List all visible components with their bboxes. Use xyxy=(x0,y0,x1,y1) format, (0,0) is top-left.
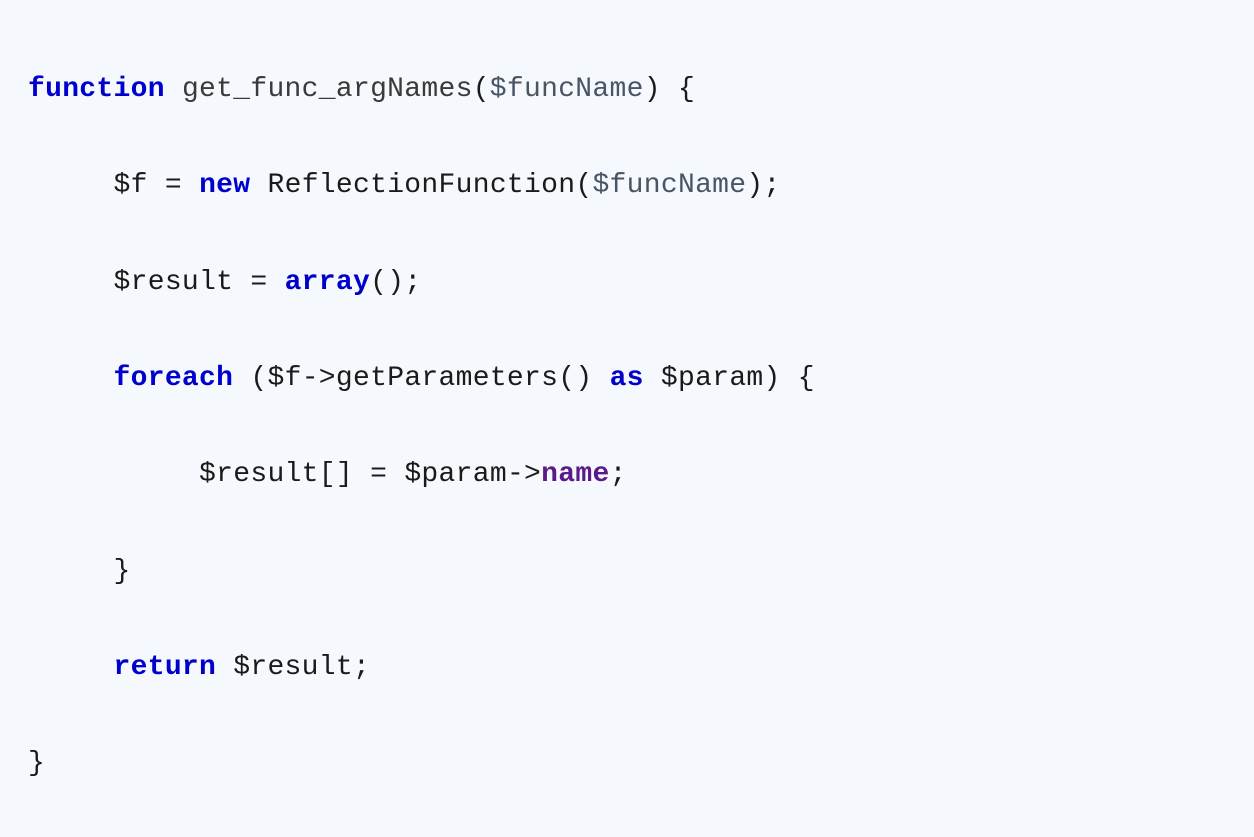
arrow: -> xyxy=(507,459,541,490)
variable-f: $f xyxy=(114,170,148,201)
parameter: $funcName xyxy=(490,74,644,105)
variable-param: $param xyxy=(404,459,507,490)
brace-close: } xyxy=(28,748,45,779)
arrow: -> xyxy=(302,363,336,394)
code-line-4: foreach ($f->getParameters() as $param) … xyxy=(28,355,1226,403)
brace-close: } xyxy=(114,556,131,587)
equals: = xyxy=(370,459,387,490)
parameter: $funcName xyxy=(592,170,746,201)
keyword-as: as xyxy=(610,363,644,394)
keyword-foreach: foreach xyxy=(114,363,234,394)
code-line-7: return $result; xyxy=(28,644,1226,692)
paren-open: ( xyxy=(575,170,592,201)
semicolon: ; xyxy=(610,459,627,490)
paren-close: ) xyxy=(764,363,781,394)
class-name: ReflectionFunction xyxy=(267,170,575,201)
keyword-return: return xyxy=(114,652,217,683)
semicolon: ; xyxy=(353,652,370,683)
keyword-array: array xyxy=(285,267,371,298)
paren-open: ( xyxy=(473,74,490,105)
keyword-new: new xyxy=(199,170,250,201)
paren-close: ) xyxy=(746,170,763,201)
keyword-function: function xyxy=(28,74,165,105)
property-name: name xyxy=(541,459,609,490)
code-block: function get_func_argNames($funcName) { … xyxy=(28,18,1226,837)
variable-f: $f xyxy=(267,363,301,394)
brace-open: { xyxy=(678,74,695,105)
paren-open: ( xyxy=(250,363,267,394)
variable-result: $result xyxy=(114,267,234,298)
brackets: [] xyxy=(319,459,353,490)
brace-open: { xyxy=(798,363,815,394)
parens: () xyxy=(558,363,592,394)
variable-result: $result xyxy=(233,652,353,683)
equals: = xyxy=(250,267,267,298)
method-name: getParameters xyxy=(336,363,558,394)
variable-result: $result xyxy=(199,459,319,490)
code-line-8: } xyxy=(28,740,1226,788)
variable-param: $param xyxy=(661,363,764,394)
paren-close: ) xyxy=(644,74,661,105)
function-name: get_func_argNames xyxy=(182,74,473,105)
code-line-2: $f = new ReflectionFunction($funcName); xyxy=(28,162,1226,210)
equals: = xyxy=(165,170,182,201)
code-line-6: } xyxy=(28,548,1226,596)
semicolon: ; xyxy=(764,170,781,201)
code-line-3: $result = array(); xyxy=(28,259,1226,307)
parens: () xyxy=(370,267,404,298)
semicolon: ; xyxy=(404,267,421,298)
code-line-5: $result[] = $param->name; xyxy=(28,451,1226,499)
code-line-1: function get_func_argNames($funcName) { xyxy=(28,66,1226,114)
